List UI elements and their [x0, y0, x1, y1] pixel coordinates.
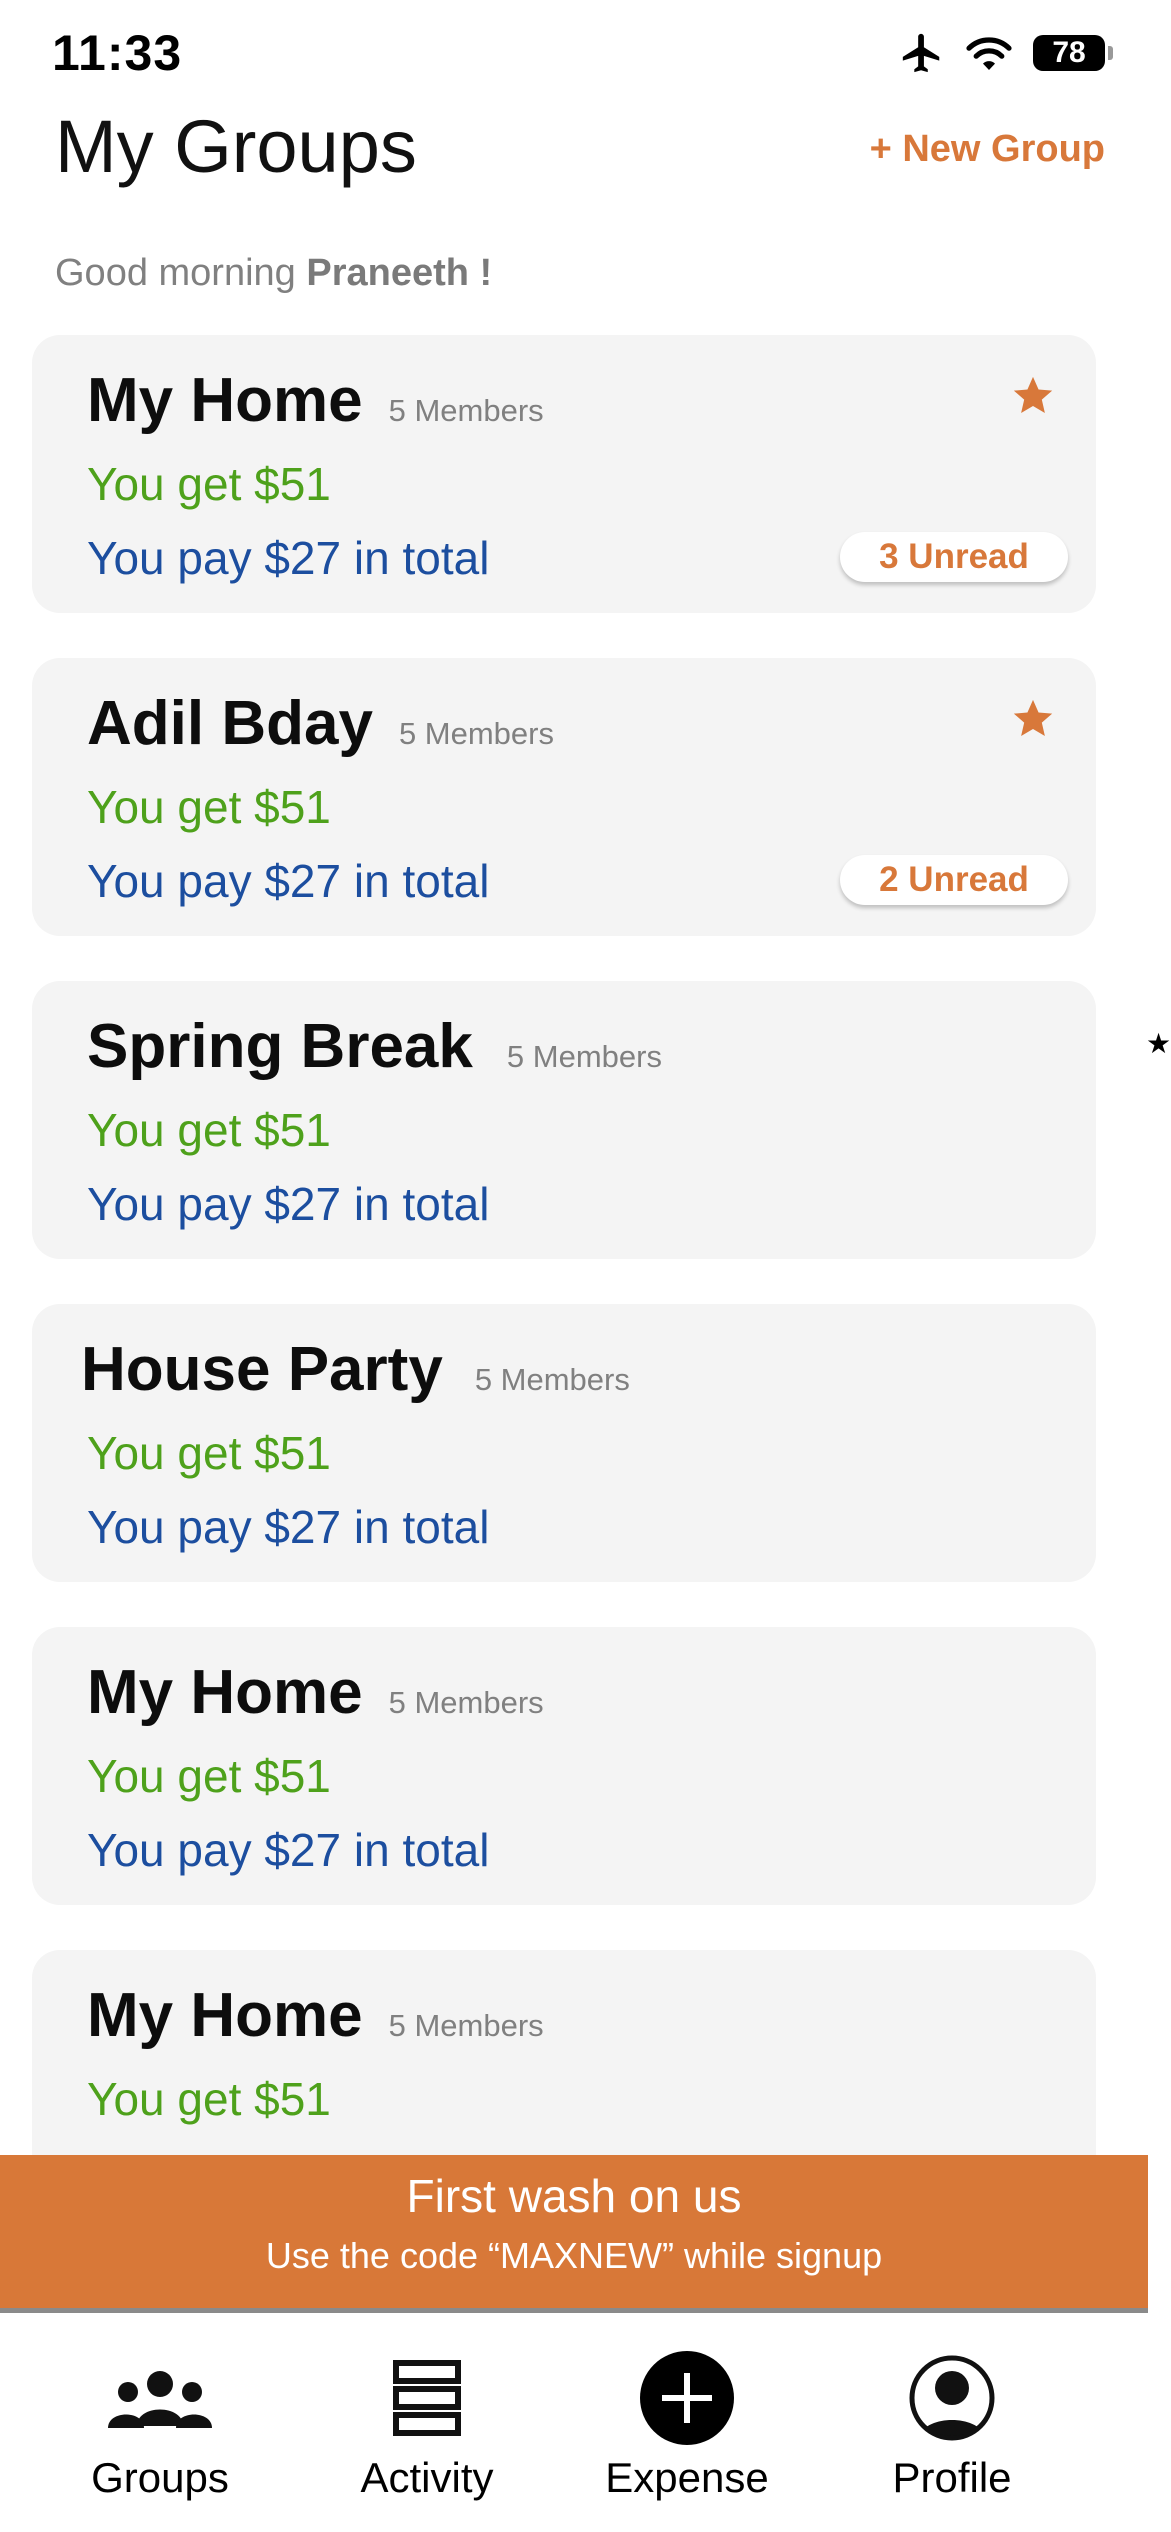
- group-card[interactable]: Adil Bday 5 Members You get $51 You pay …: [32, 658, 1096, 936]
- battery-level: 78: [1052, 36, 1086, 69]
- tab-expense[interactable]: Expense: [577, 2348, 797, 2502]
- star-glyph: ★: [1146, 1028, 1171, 1059]
- you-pay-amount: You pay $27 in total: [87, 1178, 490, 1230]
- status-time: 11:33: [52, 25, 183, 81]
- you-get-amount: You get $51: [87, 2073, 331, 2125]
- group-name: Spring Break: [87, 1012, 473, 1081]
- unread-badge[interactable]: 3 Unread: [840, 532, 1068, 582]
- you-get-amount: You get $51: [87, 1750, 331, 1802]
- promo-subtitle: Use the code “MAXNEW” while signup: [265, 2235, 883, 2276]
- promo-title: First wash on us: [406, 2170, 742, 2222]
- status-bar: 11:33 78: [0, 0, 1171, 115]
- member-count: 5 Members: [388, 393, 544, 428]
- you-get-amount: You get $51: [87, 1427, 331, 1479]
- activity-icon: [393, 2360, 461, 2436]
- member-count: 5 Members: [388, 2008, 544, 2043]
- tab-groups[interactable]: Groups: [50, 2348, 270, 2502]
- greeting: Good morning Praneeth !: [55, 252, 492, 295]
- group-name: My Home: [87, 366, 363, 435]
- screen: 11:33 78 My Groups + New Group Good morn…: [0, 0, 1171, 2532]
- group-card-header: Adil Bday 5 Members: [87, 688, 554, 759]
- group-card-header: Spring Break 5 Members: [87, 1011, 662, 1082]
- group-list: My Home 5 Members You get $51 You pay $2…: [32, 335, 1096, 2273]
- tab-bar: Groups Activity Expense Profile: [0, 2313, 1148, 2532]
- battery-icon: 78: [1033, 35, 1113, 71]
- status-icons: 78: [899, 30, 1113, 76]
- tab-profile[interactable]: Profile: [842, 2348, 1062, 2502]
- you-get-amount: You get $51: [87, 458, 331, 510]
- group-card[interactable]: My Home 5 Members You get $51 You pay $2…: [32, 335, 1096, 613]
- new-group-button[interactable]: + New Group: [870, 128, 1105, 171]
- member-count: 5 Members: [398, 716, 554, 751]
- member-count: 5 Members: [388, 1685, 544, 1720]
- you-pay-amount: You pay $27 in total: [87, 855, 490, 907]
- group-card-header: My Home 5 Members: [87, 365, 544, 436]
- you-pay-amount: You pay $27 in total: [87, 1501, 490, 1553]
- group-card[interactable]: Spring Break 5 Members You get $51 You p…: [32, 981, 1096, 1259]
- tab-label: Profile: [892, 2454, 1012, 2501]
- greeting-name: Praneeth !: [306, 252, 493, 294]
- add-expense-icon: [640, 2351, 734, 2445]
- group-card-header: My Home 5 Members: [87, 1980, 544, 2051]
- greeting-prefix: Good morning: [55, 252, 296, 294]
- you-pay-amount: You pay $27 in total: [87, 532, 490, 584]
- group-name: House Party: [81, 1335, 443, 1404]
- group-name: My Home: [87, 1658, 363, 1727]
- page-title: My Groups: [55, 105, 417, 188]
- member-count: 5 Members: [506, 1039, 662, 1074]
- tab-label: Groups: [91, 2454, 229, 2501]
- group-name: Adil Bday: [87, 689, 373, 758]
- groups-icon: [108, 2371, 212, 2428]
- member-count: 5 Members: [474, 1362, 630, 1397]
- group-card-header: My Home 5 Members: [87, 1657, 544, 1728]
- unread-badge[interactable]: 2 Unread: [840, 855, 1068, 905]
- group-card[interactable]: House Party 5 Members You get $51 You pa…: [32, 1304, 1096, 1582]
- promo-banner[interactable]: First wash on us Use the code “MAXNEW” w…: [0, 2155, 1148, 2313]
- you-get-amount: You get $51: [87, 1104, 331, 1156]
- you-pay-amount: You pay $27 in total: [87, 1824, 490, 1876]
- group-card-header: House Party 5 Members: [81, 1334, 630, 1405]
- group-name: My Home: [87, 1981, 363, 2050]
- group-card[interactable]: My Home 5 Members You get $51 You pay $2…: [32, 1627, 1096, 1905]
- wifi-icon: [966, 37, 1012, 70]
- airplane-icon: [902, 33, 940, 73]
- star-icon[interactable]: [1010, 373, 1056, 419]
- tab-activity[interactable]: Activity: [317, 2348, 537, 2502]
- tab-label: Activity: [360, 2454, 494, 2501]
- you-get-amount: You get $51: [87, 781, 331, 833]
- star-icon[interactable]: [1010, 696, 1056, 742]
- profile-icon: [909, 2355, 995, 2441]
- tab-label: Expense: [605, 2454, 769, 2501]
